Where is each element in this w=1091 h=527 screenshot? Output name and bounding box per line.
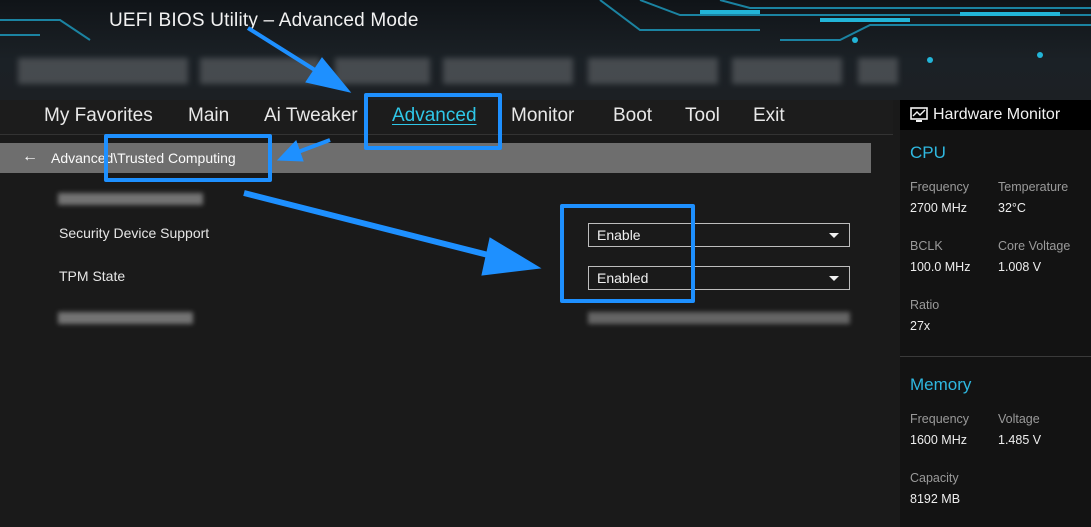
- tpm-state-label: TPM State: [59, 268, 126, 284]
- annotation-box-advanced-tab: [364, 93, 502, 150]
- bclk-label: BCLK: [910, 239, 943, 253]
- blurred-info: [18, 58, 188, 84]
- ratio-label: Ratio: [910, 298, 940, 312]
- tab-my-favorites[interactable]: My Favorites: [44, 105, 153, 127]
- blurred-info: [335, 58, 430, 84]
- app-title: UEFI BIOS Utility – Advanced Mode: [109, 10, 419, 31]
- core-voltage-value: 1.008 V: [998, 260, 1042, 274]
- chevron-down-icon: [829, 276, 839, 281]
- cpu-frequency-label: Frequency: [910, 180, 970, 194]
- memory-voltage-value: 1.485 V: [998, 433, 1042, 447]
- tab-tool[interactable]: Tool: [685, 105, 720, 127]
- ratio-value: 27x: [910, 319, 931, 333]
- blurred-info: [732, 58, 842, 84]
- capacity-value: 8192 MB: [910, 492, 961, 506]
- hardware-monitor-header: Hardware Monitor: [900, 100, 1091, 130]
- capacity-label: Capacity: [910, 471, 959, 485]
- blurred-info: [858, 58, 898, 84]
- blurred-description: [58, 193, 203, 205]
- annotation-box-breadcrumb: [104, 134, 272, 182]
- cpu-temperature-value: 32°C: [998, 201, 1026, 215]
- blurred-info: [588, 58, 718, 84]
- hardware-monitor-title: Hardware Monitor: [933, 106, 1061, 123]
- bclk-value: 100.0 MHz: [910, 260, 971, 274]
- blurred-info: [200, 58, 320, 84]
- cpu-frequency-value: 2700 MHz: [910, 201, 967, 215]
- arrow-icon: [243, 190, 501, 261]
- tab-monitor[interactable]: Monitor: [511, 105, 574, 127]
- blurred-info: [443, 58, 573, 84]
- cpu-heading: CPU: [910, 143, 946, 162]
- memory-frequency-value: 1600 MHz: [910, 433, 967, 447]
- memory-heading: Memory: [910, 375, 972, 394]
- security-device-support-label: Security Device Support: [59, 225, 210, 241]
- memory-voltage-label: Voltage: [998, 412, 1040, 426]
- arrow-left-icon[interactable]: ←: [22, 148, 38, 166]
- bios-header: UEFI BIOS Utility – Advanced Mode: [0, 0, 1091, 100]
- blurred-value: [588, 312, 850, 324]
- cpu-temperature-label: Temperature: [998, 180, 1069, 194]
- chevron-down-icon: [829, 233, 839, 238]
- arrow-icon: [481, 237, 542, 276]
- hardware-monitor-panel: Hardware Monitor CPU Frequency Temperatu…: [900, 100, 1091, 527]
- memory-frequency-label: Frequency: [910, 412, 970, 426]
- core-voltage-label: Core Voltage: [998, 239, 1071, 253]
- tab-main[interactable]: Main: [188, 105, 229, 127]
- section-divider: [900, 356, 1091, 357]
- tab-boot[interactable]: Boot: [613, 105, 652, 127]
- blurred-setting: [58, 312, 193, 324]
- tab-ai-tweaker[interactable]: Ai Tweaker: [264, 105, 358, 127]
- monitor-icon: [910, 107, 928, 122]
- annotation-box-values: [560, 204, 695, 303]
- tab-exit[interactable]: Exit: [753, 105, 785, 127]
